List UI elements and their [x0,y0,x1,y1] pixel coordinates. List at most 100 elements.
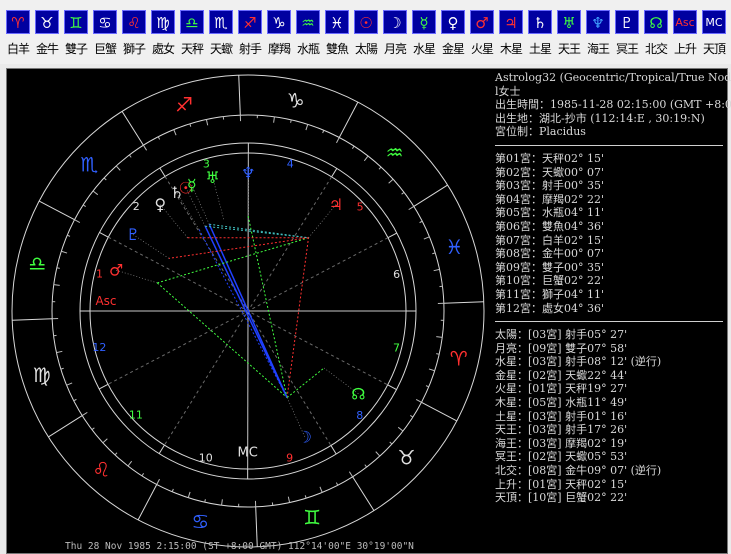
toolbar-item-midheaven[interactable]: MC 天頂 [701,10,727,62]
capricorn-icon[interactable]: ♑ [267,10,291,34]
house-cusp-tick [387,384,397,390]
sagittarius-icon[interactable]: ♐ [238,10,262,34]
toolbar-item-mars[interactable]: ♂ 火星 [469,10,495,62]
aquarius-icon[interactable]: ♒ [296,10,320,34]
toolbar-item-taurus[interactable]: ♉ 金牛 [34,10,60,62]
degree-tick [351,145,355,149]
toolbar-item-aquarius[interactable]: ♒ 水瓶 [295,10,321,62]
toolbar-label: 巨蟹 [93,42,117,56]
degree-tick [66,382,73,386]
toolbar-item-scorpio[interactable]: ♏ 天蠍 [208,10,234,62]
toolbar-item-gemini[interactable]: ♊ 雙子 [63,10,89,62]
toolbar-item-saturn[interactable]: ♄ 土星 [527,10,553,62]
leo-icon[interactable]: ♌ [122,10,146,34]
north-node-icon[interactable]: ☊ [644,10,668,34]
degree-tick [56,267,60,269]
toolbar-item-uranus[interactable]: ♅ 天王 [556,10,582,62]
aspect-line [286,237,310,398]
degree-tick [91,427,95,431]
toolbar-item-leo[interactable]: ♌ 獅子 [121,10,147,62]
scorpio-icon[interactable]: ♏ [209,10,233,34]
house-row: 第07宮：白羊02° 15' [495,233,605,247]
divider [495,144,723,146]
venus-icon[interactable]: ♀ [441,10,465,34]
moon-icon[interactable]: ☽ [383,10,407,34]
pluto-icon[interactable]: ♇ [615,10,639,34]
toolbar-label: 獅子 [122,42,146,56]
sun-icon[interactable]: ☉ [354,10,378,34]
degree-tick [432,252,436,255]
midheaven-icon[interactable]: MC [702,10,726,34]
toolbar-item-neptune[interactable]: ♆ 海王 [585,10,611,62]
degree-tick [428,368,435,372]
toolbar-item-venus[interactable]: ♀ 金星 [440,10,466,62]
toolbar-item-mercury[interactable]: ☿ 水星 [411,10,437,62]
toolbar-item-virgo[interactable]: ♍ 處女 [150,10,176,62]
planet-mars: ♂ [109,261,123,280]
degree-tick [378,166,382,170]
degree-tick [419,220,423,224]
toolbar-item-ascendant[interactable]: Asc 上升 [672,10,698,62]
neptune-icon[interactable]: ♆ [586,10,610,34]
degree-tick [375,451,381,457]
sign-divider [121,111,144,146]
toolbar-label: 天頂 [702,42,726,56]
sign-aquarius: ♒ [386,140,404,164]
degree-tick [56,350,63,354]
toolbar-label: 金星 [441,42,465,56]
toolbar-item-moon[interactable]: ☽ 月亮 [382,10,408,62]
house-number: 9 [286,452,293,465]
toolbar-item-pisces[interactable]: ♓ 雙魚 [324,10,350,62]
mars-icon[interactable]: ♂ [470,10,494,34]
toolbar-item-capricorn[interactable]: ♑ 摩羯 [266,10,292,62]
sign-divider [352,476,375,511]
house-row: 第04宮：摩羯02° 22' [495,192,605,206]
toolbar-label: 雙子 [64,42,88,56]
toolbar-item-pluto[interactable]: ♇ 冥王 [614,10,640,62]
house-cusp-list: 第01宮：天秤02° 15' 第02宮：天蠍00° 07' 第03宮：射手00° 3… [495,152,725,315]
planet-row: 北交：[08宮] 金牛09° 07' (逆行) [495,464,662,478]
header-line: 出生時間：1985-11-28 02:15:00 (GMT +8:00) [495,98,731,112]
ascendant-icon[interactable]: Asc [673,10,697,34]
toolbar-item-sagittarius[interactable]: ♐ 射手 [237,10,263,62]
virgo-icon[interactable]: ♍ [151,10,175,34]
sign-pisces: ♓ [445,235,463,259]
toolbar-item-sun[interactable]: ☉ 太陽 [353,10,379,62]
pisces-icon[interactable]: ♓ [325,10,349,34]
degree-tick [305,124,309,131]
toolbar-item-aries[interactable]: ♈ 白羊 [5,10,31,62]
sign-divider [443,301,484,304]
degree-tick [61,250,68,254]
degree-tick [335,482,339,486]
planet-row: 天頂：[10宮] 巨蟹02° 22' [495,491,628,505]
toolbar-item-jupiter[interactable]: ♃ 木星 [498,10,524,62]
degree-tick [187,491,191,498]
toolbar-label: 雙魚 [325,42,349,56]
planet-mercury: ☿ [187,175,197,194]
sign-capricorn: ♑ [287,88,305,112]
degree-tick [336,137,340,144]
aries-icon[interactable]: ♈ [6,10,30,34]
degree-tick [73,398,77,402]
libra-icon[interactable]: ♎ [180,10,204,34]
sign-sagittarius: ♐ [175,93,193,117]
toolbar-item-cancer[interactable]: ♋ 巨蟹 [92,10,118,62]
saturn-icon[interactable]: ♄ [528,10,552,34]
gemini-icon[interactable]: ♊ [64,10,88,34]
degree-tick [74,219,81,223]
house-number: 6 [393,268,400,281]
degree-tick [156,478,160,485]
mercury-icon[interactable]: ☿ [412,10,436,34]
cancer-icon[interactable]: ♋ [93,10,117,34]
jupiter-icon[interactable]: ♃ [499,10,523,34]
toolbar-label: 冥王 [615,42,639,56]
degree-tick [221,499,223,506]
chart-panel: ♎ ♏ ♐ ♑ ♒ ♓ ♈ ♉ ♊ ♋ ♌ ♍ 1 2 3 4 5 6 7 8 9 10 11 12 ☉ ☽ ☿ ♀ ♂ ♃ ♄ ♅ ♆ ♇ ☊ As… [6,68,731,554]
planet-row: 太陽：[03宮] 射手05° 27' [495,328,628,342]
taurus-icon[interactable]: ♉ [35,10,59,34]
toolbar-item-libra[interactable]: ♎ 天秤 [179,10,205,62]
uranus-icon[interactable]: ♅ [557,10,581,34]
sign-cancer: ♋ [191,510,209,534]
header-line: Astrolog32 (Geocentric/Tropical/True Nod… [495,71,731,84]
toolbar-item-north-node[interactable]: ☊ 北交 [643,10,669,62]
